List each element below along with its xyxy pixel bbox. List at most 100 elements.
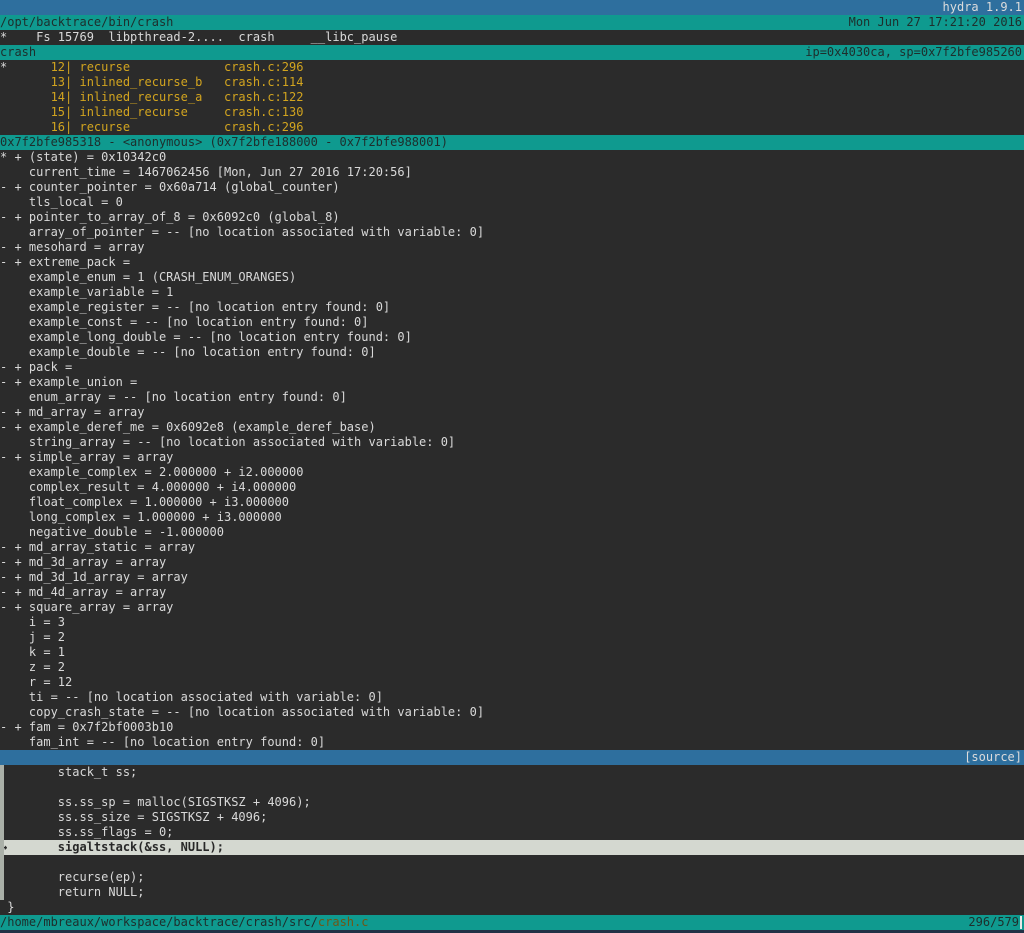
variable-row[interactable]: - + md_3d_array = array	[0, 555, 1024, 570]
source-line-text: }	[7, 900, 14, 914]
thread-row[interactable]: * Fs 15769 libpthread-2.... crash __libc…	[0, 30, 1024, 45]
source-line-text: ss.ss_flags = 0;	[7, 825, 173, 839]
source-line-text: recurse(ep);	[7, 870, 144, 884]
variable-row-text: + counter_pointer = 0x60a714 (global_cou…	[7, 180, 339, 194]
variable-row-text: + pack =	[7, 360, 72, 374]
variable-row[interactable]: - + simple_array = array	[0, 450, 1024, 465]
frame-row-text: 15| inlined_recurse crash.c:130	[7, 105, 303, 119]
variable-row-text: + fam = 0x7f2bf0003b10	[7, 720, 173, 734]
variable-row[interactable]: example_enum = 1 (CRASH_ENUM_ORANGES)	[0, 270, 1024, 285]
frame-row[interactable]: 13| inlined_recurse_b crash.c:114	[0, 75, 1024, 90]
variable-row[interactable]: - + pointer_to_array_of_8 = 0x6092c0 (gl…	[0, 210, 1024, 225]
variable-row-text: example_complex = 2.000000 + i2.000000	[7, 465, 303, 479]
source-line: stack_t ss;	[0, 765, 1024, 780]
variable-row[interactable]: - + pack =	[0, 360, 1024, 375]
source-file-path: /home/mbreaux/workspace/backtrace/crash/…	[0, 915, 368, 930]
variable-row[interactable]: * + (state) = 0x10342c0	[0, 150, 1024, 165]
variable-row-text: + md_3d_1d_array = array	[7, 570, 188, 584]
variable-row[interactable]: ti = -- [no location associated with var…	[0, 690, 1024, 705]
line-position-value: 296/579	[968, 915, 1019, 929]
source-line-text: sigaltstack(&ss, NULL);	[7, 840, 224, 854]
variable-row-text: array_of_pointer = -- [no location assoc…	[7, 225, 484, 239]
frame-row[interactable]: 14| inlined_recurse_a crash.c:122	[0, 90, 1024, 105]
variable-row-text: complex_result = 4.000000 + i4.000000	[7, 480, 296, 494]
stack-frame-list: * 12| recurse crash.c:296 13| inlined_re…	[0, 60, 1024, 135]
variable-row-text: long_complex = 1.000000 + i3.000000	[7, 510, 282, 524]
variable-row[interactable]: current_time = 1467062456 [Mon, Jun 27 2…	[0, 165, 1024, 180]
variable-row[interactable]: - + extreme_pack =	[0, 255, 1024, 270]
frame-row-text: 12| recurse crash.c:296	[7, 60, 303, 74]
variable-row-text: current_time = 1467062456 [Mon, Jun 27 2…	[7, 165, 412, 179]
source-line	[0, 780, 1024, 795]
source-line: ss.ss_size = SIGSTKSZ + 4096;	[0, 810, 1024, 825]
variable-row-text: j = 2	[7, 630, 65, 644]
variable-row-text: example_enum = 1 (CRASH_ENUM_ORANGES)	[7, 270, 296, 284]
source-line	[0, 855, 1024, 870]
variable-row-text: example_double = -- [no location entry f…	[7, 345, 375, 359]
variable-row[interactable]: - + fam = 0x7f2bf0003b10	[0, 720, 1024, 735]
variable-row[interactable]: - + md_array_static = array	[0, 540, 1024, 555]
crash-title: crash	[0, 45, 36, 60]
variable-row-text: + md_array_static = array	[7, 540, 195, 554]
variable-row-text: + square_array = array	[7, 600, 173, 614]
frame-row[interactable]: * 12| recurse crash.c:296	[0, 60, 1024, 75]
variable-row[interactable]: - + md_3d_1d_array = array	[0, 570, 1024, 585]
variable-row-text: example_variable = 1	[7, 285, 173, 299]
variable-row[interactable]: - + counter_pointer = 0x60a714 (global_c…	[0, 180, 1024, 195]
variable-row-text: example_long_double = -- [no location en…	[7, 330, 412, 344]
frame-row[interactable]: 15| inlined_recurse crash.c:130	[0, 105, 1024, 120]
menu-items: q:Quit1:Threads2:Backtrace3:Variables4:A…	[0, 0, 446, 15]
variable-row-text: negative_double = -1.000000	[7, 525, 224, 539]
variable-row[interactable]: - + md_array = array	[0, 405, 1024, 420]
variable-row[interactable]: copy_crash_state = -- [no location assoc…	[0, 705, 1024, 720]
variable-row[interactable]: - + example_deref_me = 0x6092e8 (example…	[0, 420, 1024, 435]
variable-row-text: fam_int = -- [no location entry found: 0…	[7, 735, 325, 749]
thread-row-text: Fs 15769 libpthread-2.... crash __libc_p…	[7, 30, 397, 44]
variable-row-text: copy_crash_state = -- [no location assoc…	[7, 705, 484, 719]
variable-row[interactable]: fam_int = -- [no location entry found: 0…	[0, 735, 1024, 750]
view-mode-label: [source]	[964, 750, 1024, 765]
variable-row[interactable]: i = 3	[0, 615, 1024, 630]
source-scrollbar[interactable]	[0, 765, 4, 900]
variable-row-text: + example_union =	[7, 375, 137, 389]
variable-row[interactable]: - + square_array = array	[0, 600, 1024, 615]
variable-row[interactable]: string_array = -- [no location associate…	[0, 435, 1024, 450]
variable-row-text: + example_deref_me = 0x6092e8 (example_d…	[7, 420, 375, 434]
source-line-text: stack_t ss;	[7, 765, 137, 779]
variable-row[interactable]: complex_result = 4.000000 + i4.000000	[0, 480, 1024, 495]
threads-list: * Fs 15769 libpthread-2.... crash __libc…	[0, 30, 1024, 45]
variable-row-text: r = 12	[7, 675, 72, 689]
variable-row[interactable]: example_complex = 2.000000 + i2.000000	[0, 465, 1024, 480]
variable-row-text: ti = -- [no location associated with var…	[7, 690, 383, 704]
variable-row[interactable]: example_long_double = -- [no location en…	[0, 330, 1024, 345]
variable-row[interactable]: example_double = -- [no location entry f…	[0, 345, 1024, 360]
variable-row[interactable]: - + md_4d_array = array	[0, 585, 1024, 600]
line-position: 296/579	[968, 915, 1024, 930]
variable-row[interactable]: r = 12	[0, 675, 1024, 690]
variable-row[interactable]: array_of_pointer = -- [no location assoc…	[0, 225, 1024, 240]
variable-row[interactable]: k = 1	[0, 645, 1024, 660]
variable-row-text: example_register = -- [no location entry…	[7, 300, 390, 314]
variable-row[interactable]: example_register = -- [no location entry…	[0, 300, 1024, 315]
variable-row[interactable]: j = 2	[0, 630, 1024, 645]
memory-region-label: 0x7f2bfe985318 - <anonymous> (0x7f2bfe18…	[0, 135, 448, 150]
hydra-debugger-window: q:Quit1:Threads2:Backtrace3:Variables4:A…	[0, 0, 1024, 933]
variable-row-text: tls_local = 0	[7, 195, 123, 209]
variable-row[interactable]: example_variable = 1	[0, 285, 1024, 300]
variable-row[interactable]: enum_array = -- [no location entry found…	[0, 390, 1024, 405]
frame-row[interactable]: 16| recurse crash.c:296	[0, 120, 1024, 135]
source-line: → sigaltstack(&ss, NULL);	[0, 840, 1024, 855]
variable-row[interactable]: negative_double = -1.000000	[0, 525, 1024, 540]
variable-row[interactable]: tls_local = 0	[0, 195, 1024, 210]
variable-row[interactable]: - + mesohard = array	[0, 240, 1024, 255]
variable-row[interactable]: - + example_union =	[0, 375, 1024, 390]
variable-row[interactable]: example_const = -- [no location entry fo…	[0, 315, 1024, 330]
variable-row-text: k = 1	[7, 645, 65, 659]
variable-row[interactable]: z = 2	[0, 660, 1024, 675]
variable-row[interactable]: long_complex = 1.000000 + i3.000000	[0, 510, 1024, 525]
variable-row-text: i = 3	[7, 615, 65, 629]
source-line: }	[0, 900, 1024, 915]
source-lines: stack_t ss; ss.ss_sp = malloc(SIGSTKSZ +…	[0, 765, 1024, 915]
variable-row[interactable]: float_complex = 1.000000 + i3.000000	[0, 495, 1024, 510]
path-bar: /opt/backtrace/bin/crash Mon Jun 27 17:2…	[0, 15, 1024, 30]
